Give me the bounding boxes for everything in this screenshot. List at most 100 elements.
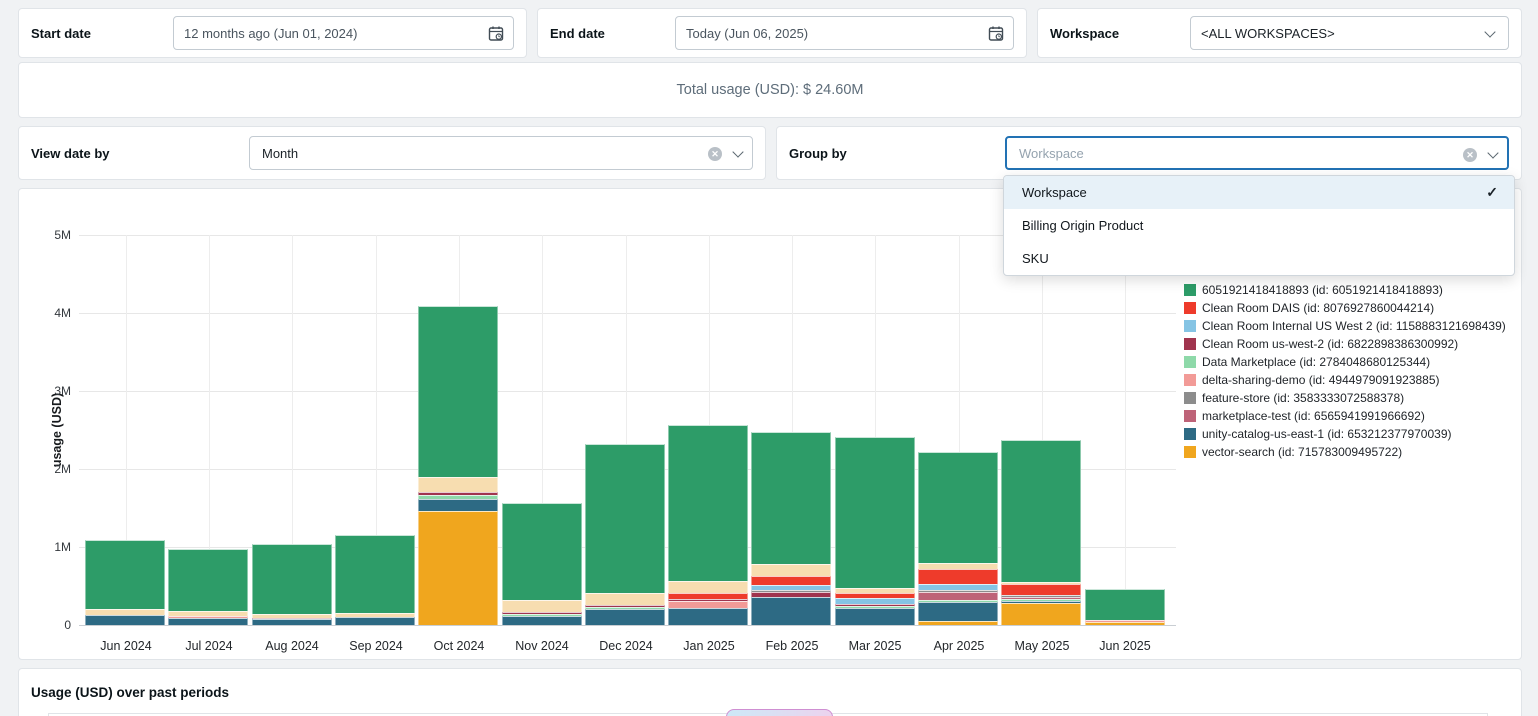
bar-segment[interactable] [835, 437, 915, 588]
bar-segment[interactable] [835, 604, 915, 606]
bar-segment[interactable] [418, 495, 498, 499]
menu-item-workspace[interactable]: Workspace✓ [1004, 176, 1514, 209]
bar-segment[interactable] [502, 600, 582, 612]
view-date-by-combobox[interactable]: Month ✕ [249, 136, 753, 170]
bar-segment[interactable] [252, 614, 332, 618]
bar-segment[interactable] [585, 444, 665, 593]
bar-segment[interactable] [751, 432, 831, 564]
legend-item[interactable]: Clean Room DAIS (id: 8076927860044214) [1184, 299, 1506, 317]
bar-segment[interactable] [585, 593, 665, 605]
bar-segment[interactable] [168, 611, 248, 616]
bar-segment[interactable] [1001, 601, 1081, 603]
bar-segment[interactable] [252, 619, 332, 625]
x-tick-label: Feb 2025 [750, 639, 834, 653]
legend-item[interactable]: Data Marketplace (id: 2784048680125344) [1184, 353, 1506, 371]
bar-segment[interactable] [502, 616, 582, 625]
menu-item-sku[interactable]: SKU [1004, 242, 1514, 275]
bar-segment[interactable] [751, 576, 831, 585]
bar-segment[interactable] [418, 492, 498, 495]
bar-segment[interactable] [418, 511, 498, 625]
bar-segment[interactable] [668, 599, 748, 601]
bar-segment[interactable] [835, 608, 915, 625]
workspace-select[interactable]: <ALL WORKSPACES> [1190, 16, 1509, 50]
bar-segment[interactable] [1001, 584, 1081, 595]
bar-segment[interactable] [1001, 440, 1081, 582]
bar-segment[interactable] [85, 609, 165, 615]
bar-segment[interactable] [668, 593, 748, 599]
bar-segment[interactable] [585, 605, 665, 607]
legend-item[interactable]: vector-search (id: 715783009495722) [1184, 443, 1506, 461]
bar-segment[interactable] [835, 598, 915, 604]
bar-segment[interactable] [168, 549, 248, 611]
bar-segment[interactable] [668, 608, 748, 625]
legend-item[interactable]: unity-catalog-us-east-1 (id: 65321237797… [1184, 425, 1506, 443]
bar-segment[interactable] [1085, 622, 1165, 625]
bar-segment[interactable] [418, 499, 498, 511]
x-tick-label: Nov 2024 [500, 639, 584, 653]
legend-item[interactable]: feature-store (id: 3583333072588378) [1184, 389, 1506, 407]
bar-segment[interactable] [751, 564, 831, 576]
bar-segment[interactable] [918, 452, 998, 563]
bar-segment[interactable] [918, 602, 998, 621]
bar-segment[interactable] [668, 425, 748, 581]
bar-segment[interactable] [1085, 589, 1165, 620]
legend-item[interactable]: Clean Room us-west-2 (id: 68228983863009… [1184, 335, 1506, 353]
bar-segment[interactable] [751, 590, 831, 592]
group-by-combobox[interactable]: Workspace ✕ [1005, 136, 1509, 170]
bar-segment[interactable] [918, 563, 998, 569]
bar-segment[interactable] [502, 612, 582, 614]
legend-item[interactable]: 6051921418418893 (id: 6051921418418893) [1184, 281, 1506, 299]
bar-segment[interactable] [418, 477, 498, 492]
bar-segment[interactable] [1001, 599, 1081, 601]
clear-circle-icon[interactable]: ✕ [708, 147, 722, 161]
bar-segment[interactable] [751, 597, 831, 625]
bar-segment[interactable] [918, 584, 998, 590]
menu-item-billing-origin-product[interactable]: Billing Origin Product [1004, 209, 1514, 242]
bar-segment[interactable] [85, 540, 165, 609]
legend-swatch [1184, 392, 1196, 404]
bar-segment[interactable] [85, 615, 165, 625]
bar-segment[interactable] [918, 592, 998, 600]
legend-item[interactable]: marketplace-test (id: 6565941991966692) [1184, 407, 1506, 425]
bar-segment[interactable] [168, 618, 248, 625]
bar-segment[interactable] [1001, 597, 1081, 599]
gradient-tab[interactable] [726, 709, 833, 716]
bar-segment[interactable] [835, 593, 915, 598]
bar-segment[interactable] [252, 618, 332, 619]
bar-segment[interactable] [585, 609, 665, 625]
bar-segment[interactable] [418, 306, 498, 477]
calendar-icon[interactable] [988, 25, 1004, 45]
bar-segment[interactable] [335, 617, 415, 625]
bar-segment[interactable] [252, 544, 332, 614]
bar-segment[interactable] [835, 588, 915, 593]
bar-segment[interactable] [1001, 595, 1081, 597]
bar-segment[interactable] [1001, 582, 1081, 584]
bar-segment[interactable] [668, 581, 748, 593]
bar-segment[interactable] [1001, 603, 1081, 625]
calendar-icon[interactable] [488, 25, 504, 45]
y-tick-label: 3M [27, 384, 71, 398]
bar-segment[interactable] [502, 614, 582, 616]
bar-segment[interactable] [668, 601, 748, 608]
end-date-value: Today (Jun 06, 2025) [686, 26, 808, 41]
bar-segment[interactable] [1085, 620, 1165, 622]
bar-segment[interactable] [168, 616, 248, 618]
bar-segment[interactable] [918, 590, 998, 592]
gridline [79, 313, 1176, 314]
end-date-input[interactable]: Today (Jun 06, 2025) [675, 16, 1014, 50]
legend-item[interactable]: Clean Room Internal US West 2 (id: 11588… [1184, 317, 1506, 335]
bar-segment[interactable] [751, 592, 831, 597]
chevron-down-icon [732, 146, 743, 157]
bar-segment[interactable] [751, 585, 831, 590]
bar-segment[interactable] [918, 569, 998, 584]
clear-circle-icon[interactable]: ✕ [1463, 148, 1477, 162]
bar-segment[interactable] [835, 606, 915, 608]
bar-segment[interactable] [335, 535, 415, 613]
start-date-input[interactable]: 12 months ago (Jun 01, 2024) [173, 16, 514, 50]
bar-segment[interactable] [502, 503, 582, 600]
legend-item[interactable]: delta-sharing-demo (id: 4944979091923885… [1184, 371, 1506, 389]
bar-segment[interactable] [585, 607, 665, 609]
bar-segment[interactable] [918, 600, 998, 602]
bar-segment[interactable] [335, 613, 415, 617]
bar-segment[interactable] [918, 621, 998, 625]
